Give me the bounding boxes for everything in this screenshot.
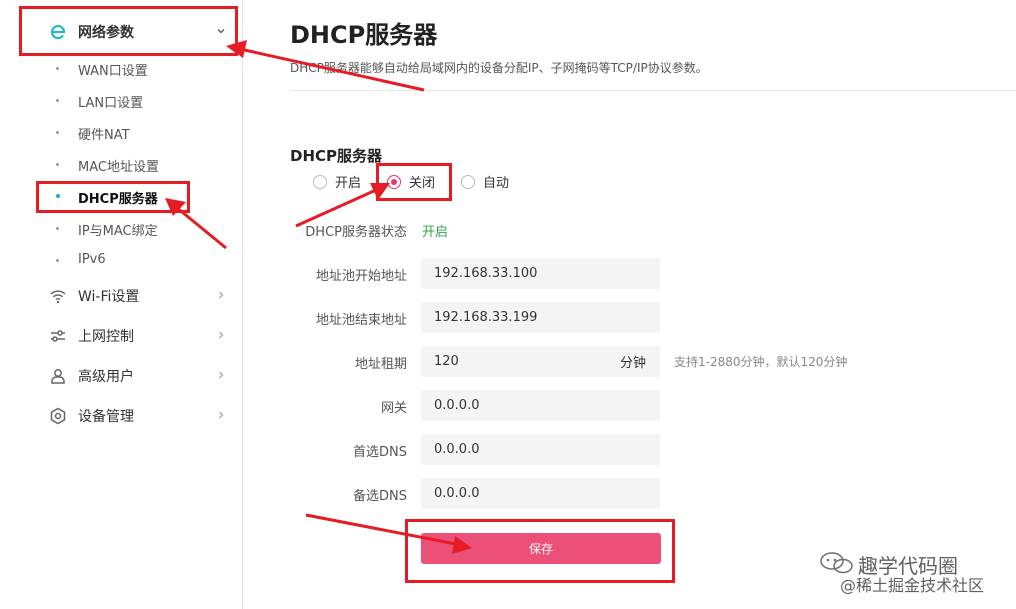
sidebar-item-hardware-nat[interactable]: 硬件NAT — [0, 117, 242, 147]
sidebar-group-advanced-user[interactable]: 高级用户 — [0, 356, 242, 396]
radio-label: 开启 — [335, 176, 362, 191]
sidebar-item-ipv6[interactable]: IPv6 — [0, 245, 242, 275]
sidebar-item-lan[interactable]: LAN口设置 — [0, 85, 242, 115]
dns1-input[interactable]: 0.0.0.0 — [421, 434, 660, 465]
sidebar-group-internet-control[interactable]: 上网控制 — [0, 316, 242, 356]
pool-start-input[interactable]: 192.168.33.100 — [421, 258, 660, 289]
sidebar-group-label: 上网控制 — [78, 329, 134, 345]
wifi-icon — [48, 286, 68, 306]
watermark-line2: @稀土掘金技术社区 — [840, 576, 985, 595]
pool-end-label: 地址池结束地址 — [315, 313, 407, 328]
lease-label: 地址租期 — [354, 357, 407, 372]
page-title: DHCP服务器 — [290, 21, 438, 49]
sidebar-item-mac[interactable]: MAC地址设置 — [0, 149, 242, 179]
pool-end-value: 192.168.33.199 — [434, 310, 538, 325]
sidebar: 网络参数 WAN口设置 LAN口设置 硬件NAT MAC地址设置 DHCP服务器… — [0, 0, 243, 609]
gateway-input[interactable]: 0.0.0.0 — [421, 390, 660, 421]
pool-end-input[interactable]: 192.168.33.199 — [421, 302, 660, 333]
sidebar-item-label: WAN口设置 — [78, 64, 148, 79]
lease-unit: 分钟 — [619, 356, 646, 371]
status-value: 开启 — [422, 225, 449, 240]
sidebar-item-label: IP与MAC绑定 — [78, 224, 158, 239]
bullet-dot — [56, 163, 59, 166]
radio-circle[interactable] — [313, 174, 327, 189]
lease-input[interactable]: 120 分钟 — [421, 346, 660, 377]
radio-label: 自动 — [483, 176, 510, 191]
annotation-box-dhcp — [36, 181, 190, 213]
dns1-value: 0.0.0.0 — [434, 442, 480, 457]
sidebar-group-label: 设备管理 — [78, 409, 134, 425]
chevron-right-icon — [216, 289, 226, 303]
sidebar-item-ip-mac-binding[interactable]: IP与MAC绑定 — [0, 213, 242, 243]
radio-auto[interactable]: 自动 — [461, 172, 509, 191]
main-content: DHCP服务器 DHCP服务器能够自动给局域网内的设备分配IP、子网掩码等TCP… — [243, 0, 1016, 609]
bullet-dot — [56, 99, 59, 102]
sidebar-item-label: 硬件NAT — [78, 128, 130, 143]
gateway-label: 网关 — [380, 401, 407, 416]
sidebar-item-label: LAN口设置 — [78, 96, 144, 111]
annotation-box-off-radio — [376, 163, 452, 201]
pool-start-value: 192.168.33.100 — [434, 266, 538, 281]
radio-circle[interactable] — [461, 174, 475, 189]
page-description: DHCP服务器能够自动给局域网内的设备分配IP、子网掩码等TCP/IP协议参数。 — [290, 61, 708, 75]
dns2-label: 备选DNS — [353, 489, 407, 504]
divider — [290, 90, 1016, 91]
chevron-right-icon — [216, 409, 226, 423]
annotation-box-network — [19, 6, 238, 56]
bullet-dot — [56, 131, 59, 134]
pool-start-label: 地址池开始地址 — [315, 269, 407, 284]
sliders-icon — [48, 326, 68, 346]
bullet-dot — [56, 259, 59, 262]
sidebar-group-label: 高级用户 — [78, 369, 134, 385]
lease-value: 120 — [434, 354, 459, 369]
status-label: DHCP服务器状态 — [305, 225, 407, 240]
chevron-right-icon — [216, 369, 226, 383]
bullet-dot — [56, 227, 59, 230]
sidebar-item-wan[interactable]: WAN口设置 — [0, 53, 242, 83]
sidebar-item-label: MAC地址设置 — [78, 160, 159, 175]
gear-icon — [48, 406, 68, 426]
user-icon — [48, 366, 68, 386]
gateway-value: 0.0.0.0 — [434, 398, 480, 413]
sidebar-group-device-mgmt[interactable]: 设备管理 — [0, 396, 242, 436]
sidebar-group-wifi[interactable]: Wi-Fi设置 — [0, 276, 242, 316]
sidebar-item-label: IPv6 — [78, 252, 106, 267]
sidebar-group-label: Wi-Fi设置 — [78, 289, 140, 305]
radio-on[interactable]: 开启 — [313, 172, 361, 191]
lease-hint: 支持1-2880分钟，默认120分钟 — [674, 355, 848, 369]
annotation-box-save — [405, 519, 675, 583]
dns2-value: 0.0.0.0 — [434, 486, 480, 501]
chevron-right-icon — [216, 329, 226, 343]
bullet-dot — [56, 67, 59, 70]
dns2-input[interactable]: 0.0.0.0 — [421, 478, 660, 509]
wechat-icon — [820, 552, 853, 574]
dns1-label: 首选DNS — [353, 445, 407, 460]
section-title: DHCP服务器 — [290, 147, 383, 165]
